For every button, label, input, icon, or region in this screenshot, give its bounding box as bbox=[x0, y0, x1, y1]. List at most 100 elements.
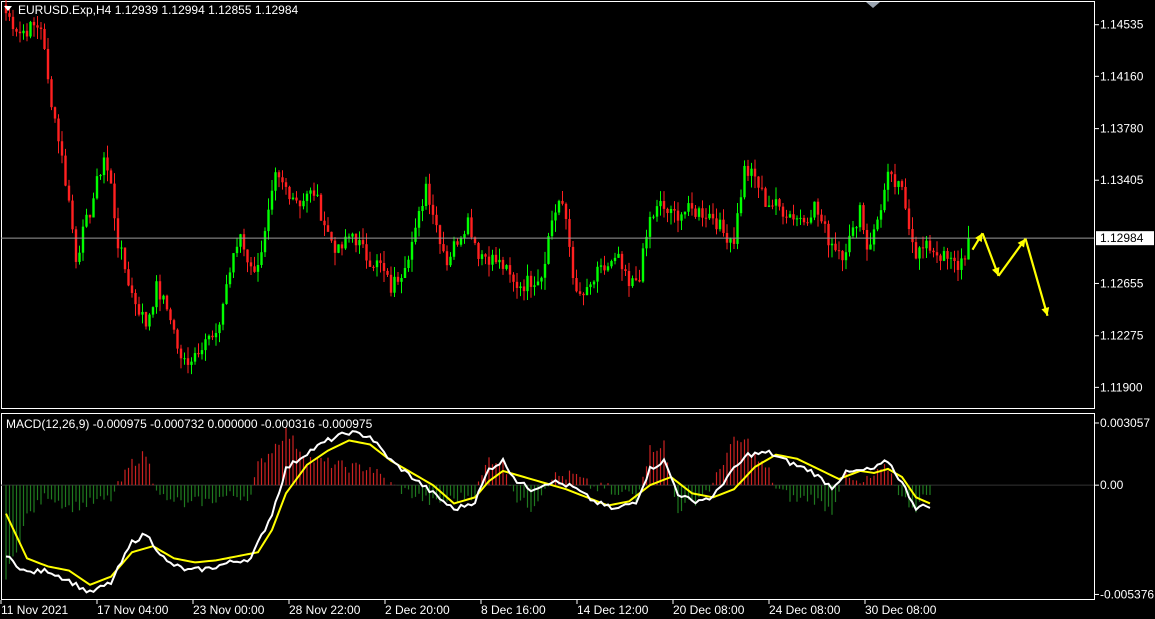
candle bbox=[463, 230, 466, 244]
candle bbox=[109, 168, 113, 184]
candle bbox=[788, 210, 792, 219]
candle bbox=[127, 261, 130, 287]
trading-chart[interactable]: 1.14535 1.14160 1.13780 1.13405 1.12655 1.122… bbox=[0, 0, 1155, 619]
candle bbox=[694, 204, 697, 219]
candle bbox=[274, 167, 277, 201]
candle bbox=[22, 24, 25, 40]
candle bbox=[221, 302, 225, 331]
candle bbox=[834, 232, 837, 252]
time-tick-label: 30 Dec 08:00 bbox=[865, 603, 937, 617]
candle bbox=[242, 228, 246, 257]
price-panel-frame bbox=[1, 1, 1095, 409]
candle bbox=[746, 159, 750, 181]
candle bbox=[470, 208, 473, 240]
candle bbox=[512, 272, 515, 292]
time-axis: 11 Nov 2021 17 Nov 04:00 23 Nov 00:00 28 No… bbox=[0, 600, 937, 617]
candle bbox=[302, 193, 305, 210]
candle bbox=[547, 232, 550, 265]
candle bbox=[631, 275, 634, 288]
candle bbox=[813, 201, 816, 221]
candle bbox=[277, 170, 281, 188]
candle bbox=[477, 241, 480, 267]
candle bbox=[228, 267, 232, 288]
candle bbox=[624, 264, 627, 276]
candle bbox=[540, 276, 543, 290]
candle bbox=[792, 204, 795, 226]
candle bbox=[487, 246, 491, 277]
candle bbox=[116, 207, 120, 258]
candle bbox=[519, 282, 522, 297]
candle bbox=[431, 194, 435, 225]
candle bbox=[484, 253, 487, 265]
macd-tick-label: 0.003057 bbox=[1100, 416, 1150, 430]
candle bbox=[456, 238, 459, 247]
candle bbox=[543, 251, 547, 290]
candle bbox=[403, 256, 407, 279]
candle bbox=[869, 232, 872, 250]
candle bbox=[666, 207, 669, 223]
candle bbox=[830, 237, 834, 258]
scroll-marker-icon[interactable] bbox=[866, 2, 880, 8]
candle bbox=[533, 276, 536, 296]
price-tick-label: 1.12275 bbox=[1100, 329, 1144, 343]
candle bbox=[673, 201, 676, 223]
candle bbox=[771, 199, 774, 210]
candle bbox=[743, 160, 746, 200]
macd-panel-frame bbox=[1, 413, 1095, 600]
candle bbox=[956, 250, 960, 281]
time-tick-label: 14 Dec 12:00 bbox=[577, 603, 649, 617]
candle bbox=[158, 274, 162, 312]
candle bbox=[81, 219, 85, 261]
candlestick-series bbox=[4, 0, 970, 375]
candle bbox=[953, 250, 956, 273]
candle bbox=[757, 176, 760, 199]
candle bbox=[638, 269, 641, 283]
time-tick-label: 23 Nov 00:00 bbox=[193, 603, 265, 617]
candle bbox=[186, 347, 190, 374]
candle bbox=[659, 191, 662, 216]
candle bbox=[263, 227, 267, 257]
candle bbox=[25, 23, 29, 42]
candle bbox=[200, 342, 204, 360]
candle bbox=[708, 205, 711, 220]
candle bbox=[711, 203, 715, 225]
candle bbox=[897, 180, 900, 195]
macd-tick-label: 0.00 bbox=[1100, 478, 1124, 492]
candle bbox=[536, 269, 540, 286]
candle bbox=[585, 278, 589, 296]
candle bbox=[46, 37, 50, 84]
candle bbox=[396, 272, 400, 285]
candle bbox=[816, 198, 820, 227]
time-tick-label: 24 Dec 08:00 bbox=[769, 603, 841, 617]
candle bbox=[508, 257, 512, 283]
candle bbox=[596, 261, 599, 293]
candle bbox=[452, 236, 456, 260]
candle bbox=[617, 246, 620, 258]
candle bbox=[414, 218, 417, 245]
candle bbox=[491, 249, 494, 271]
candle bbox=[844, 243, 848, 270]
candle bbox=[239, 233, 242, 253]
candle bbox=[774, 187, 778, 216]
candle bbox=[760, 175, 764, 191]
candle bbox=[522, 279, 526, 301]
candle bbox=[270, 179, 274, 215]
candle bbox=[645, 229, 648, 257]
candle bbox=[466, 213, 470, 236]
candle bbox=[655, 199, 659, 222]
candle bbox=[554, 204, 557, 232]
candle bbox=[309, 187, 312, 203]
candle bbox=[886, 163, 890, 202]
candle bbox=[235, 237, 239, 258]
candle bbox=[18, 21, 22, 43]
candle bbox=[606, 262, 610, 272]
candle bbox=[851, 220, 855, 239]
price-tick-label: 1.11900 bbox=[1100, 380, 1143, 394]
candle bbox=[620, 251, 624, 281]
candle bbox=[778, 197, 781, 211]
forecast-arrow bbox=[1024, 238, 1050, 317]
forecast-arrow bbox=[997, 238, 1027, 277]
candle bbox=[914, 236, 918, 260]
candle bbox=[340, 241, 344, 256]
price-tick-label: 1.12655 bbox=[1100, 276, 1144, 290]
